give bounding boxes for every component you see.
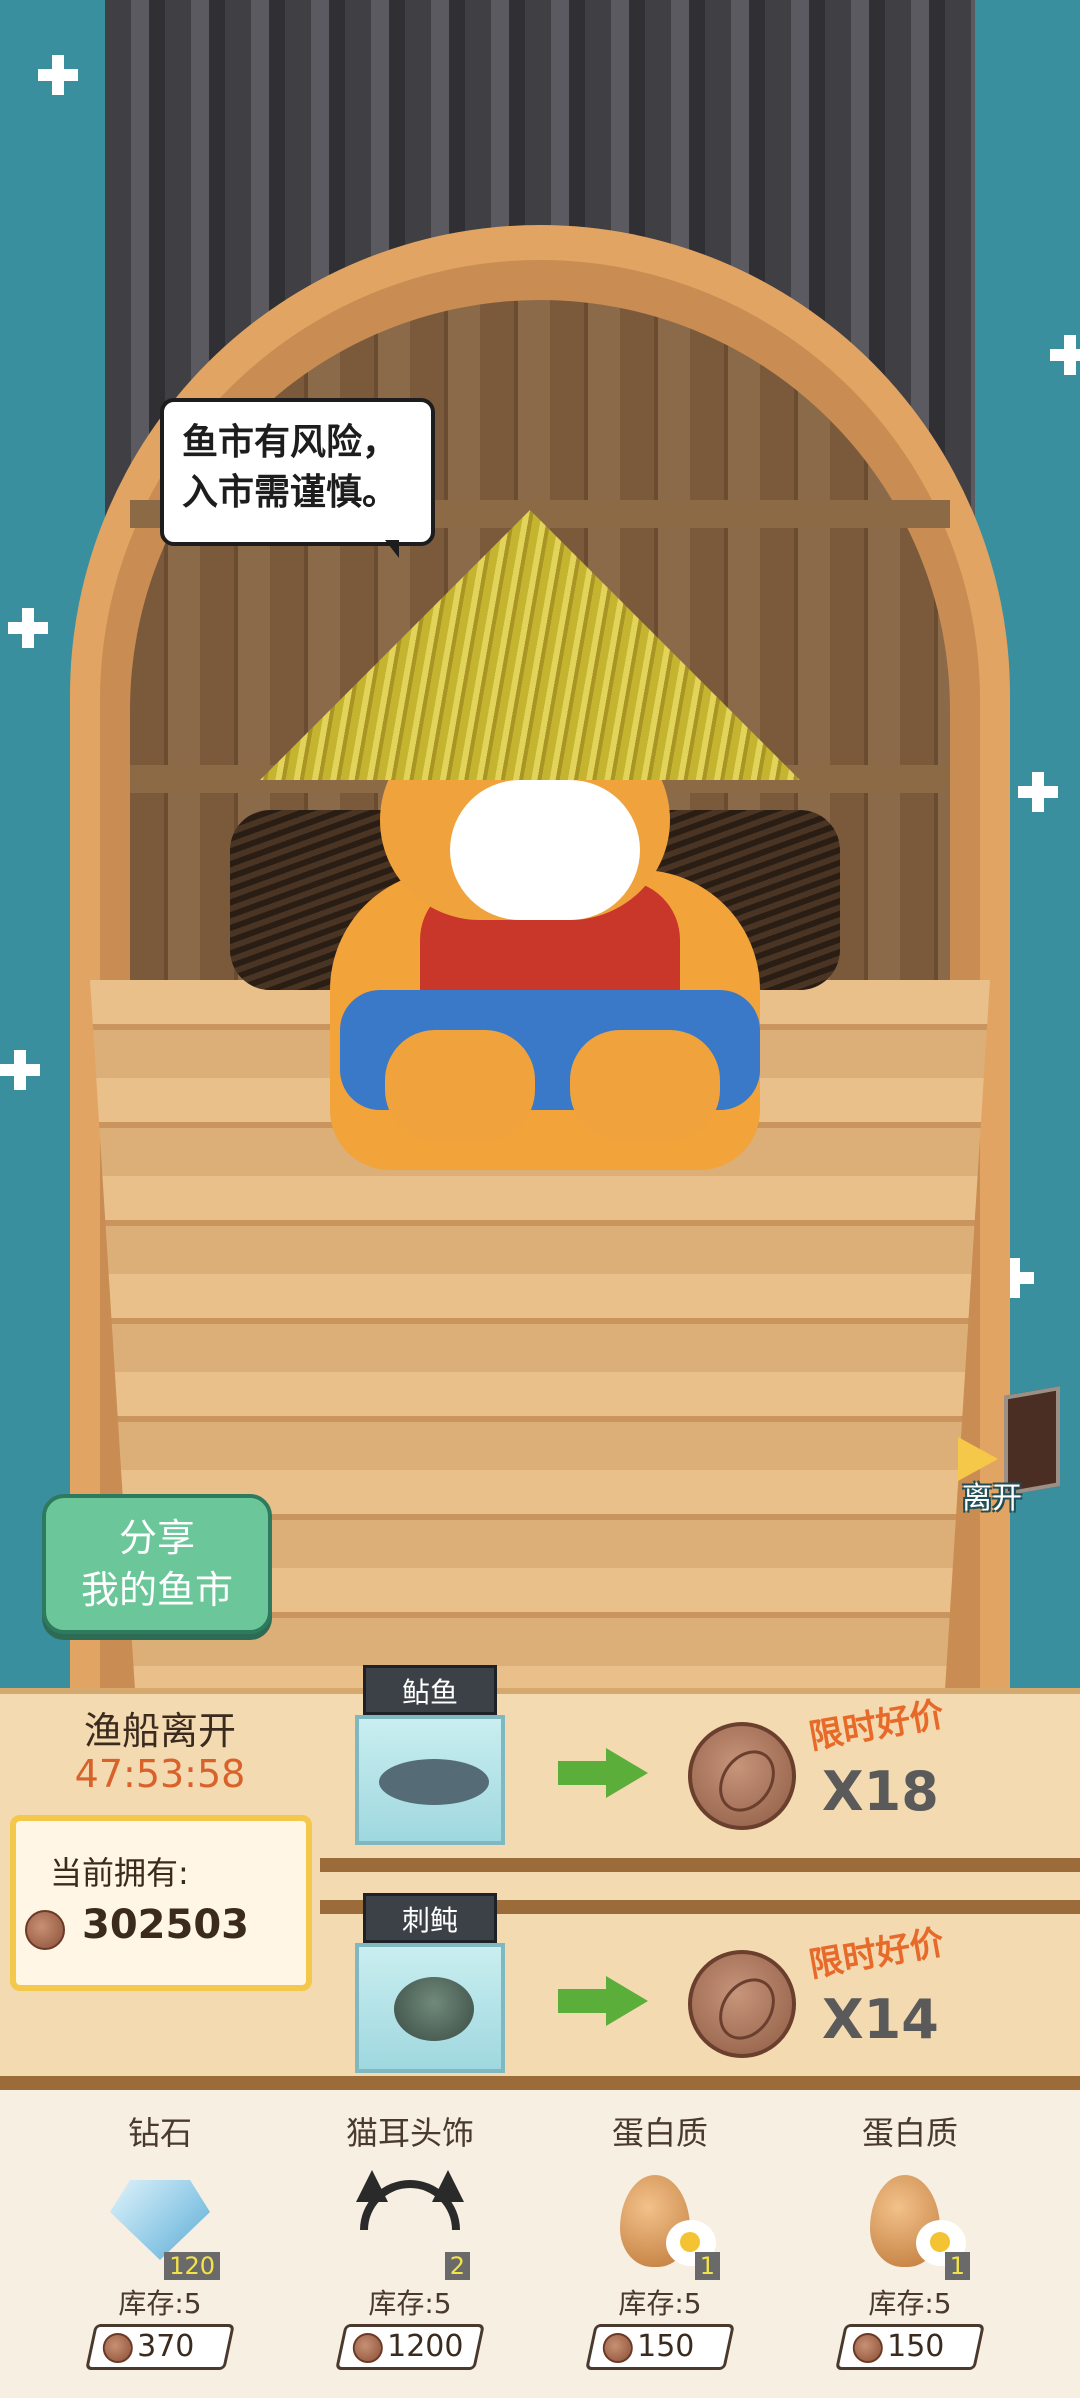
quantity-badge: 120 — [164, 2252, 220, 2280]
arrow-right-icon — [558, 1976, 648, 2026]
fish-coin-icon — [688, 1722, 796, 1830]
quantity-badge: 1 — [694, 2252, 720, 2280]
price-value: 150 — [887, 2329, 945, 2364]
fish-coin-icon — [352, 2333, 383, 2363]
arrow-right-icon — [558, 1748, 648, 1798]
owned-value: 302503 — [82, 1902, 249, 1948]
catfish-icon — [379, 1759, 489, 1805]
stock-label: 库存:5 — [618, 2287, 702, 2320]
fish-name: 刺鲀 — [363, 1893, 497, 1943]
exit-label: 离开 — [962, 1481, 1022, 1516]
fish-coin-icon — [602, 2333, 633, 2363]
shop-item-name: 蛋白质 — [611, 2114, 708, 2152]
fish-coin-icon — [852, 2333, 883, 2363]
owned-label: 当前拥有: — [50, 1854, 189, 1892]
shop-item-protein[interactable]: 蛋白质 1 库存:5 150 — [535, 2090, 785, 2398]
share-button-line-2: 我的鱼市 — [80, 1568, 233, 1612]
fish-tank-pufferfish[interactable]: 刺鲀 — [355, 1893, 505, 2077]
countdown-timer: 47:53:58 — [74, 1752, 246, 1796]
fish-tank-glass — [355, 1715, 505, 1845]
cat-ear-headband-icon: 2 — [350, 2170, 470, 2280]
egg-icon: 1 — [600, 2170, 720, 2280]
sparkle-icon — [1018, 772, 1058, 812]
offer-price[interactable]: X18 — [822, 1760, 939, 1823]
buy-price-button[interactable]: 1200 — [335, 2324, 485, 2370]
fish-tank-catfish[interactable]: 鲇鱼 — [355, 1665, 505, 1849]
shelf-divider — [0, 2076, 1080, 2090]
fish-coin-icon — [688, 1950, 796, 2058]
sparkle-icon — [38, 55, 78, 95]
egg-icon: 1 — [850, 2170, 970, 2280]
price-value: 150 — [637, 2329, 695, 2364]
cat-paw-right — [570, 1030, 720, 1140]
stock-label: 库存:5 — [368, 2287, 452, 2320]
quantity-badge: 1 — [944, 2252, 970, 2280]
offer-price[interactable]: X14 — [822, 1988, 939, 2051]
price-value: 1200 — [387, 2329, 464, 2364]
speech-line-2: 入市需谨慎。 — [182, 472, 399, 513]
quantity-badge: 2 — [444, 2252, 470, 2280]
speech-bubble-tail — [385, 540, 399, 558]
sparkle-icon — [0, 1050, 40, 1090]
fish-coin-icon — [102, 2333, 133, 2363]
shelf-divider — [320, 1858, 1080, 1872]
sparkle-icon — [1050, 335, 1080, 375]
exit-button[interactable]: 离开 — [952, 1385, 1070, 1516]
shop-item-name: 猫耳头饰 — [345, 2114, 474, 2152]
pufferfish-icon — [394, 1977, 474, 2041]
stock-label: 库存:5 — [118, 2287, 202, 2320]
cat-muzzle — [450, 780, 640, 920]
diamond-icon: 120 — [100, 2170, 220, 2280]
speech-bubble: 鱼市有风险， 入市需谨慎。 — [160, 398, 435, 546]
buy-price-button[interactable]: 150 — [585, 2324, 735, 2370]
buy-price-button[interactable]: 370 — [85, 2324, 235, 2370]
share-button-line-1: 分享 — [118, 1516, 195, 1560]
share-fish-market-button[interactable]: 分享 我的鱼市 — [42, 1494, 272, 1634]
boat-leave-label: 渔船离开 — [83, 1709, 236, 1753]
fish-coin-icon — [25, 1910, 65, 1950]
shop-item-name: 蛋白质 — [861, 2114, 958, 2152]
stock-label: 库存:5 — [868, 2287, 952, 2320]
fish-tank-glass — [355, 1943, 505, 2073]
price-value: 370 — [137, 2329, 195, 2364]
speech-line-1: 鱼市有风险， — [182, 422, 399, 463]
cat-paw-left — [385, 1030, 535, 1140]
buy-price-button[interactable]: 150 — [835, 2324, 985, 2370]
shop-item-name: 钻石 — [127, 2114, 192, 2152]
shop-item-protein[interactable]: 蛋白质 1 库存:5 150 — [785, 2090, 1035, 2398]
shop-item-diamond[interactable]: 钻石 120 库存:5 370 — [35, 2090, 285, 2398]
shop-item-cat-ears[interactable]: 猫耳头饰 2 库存:5 1200 — [285, 2090, 535, 2398]
sparkle-icon — [8, 608, 48, 648]
fish-name: 鲇鱼 — [363, 1665, 497, 1715]
